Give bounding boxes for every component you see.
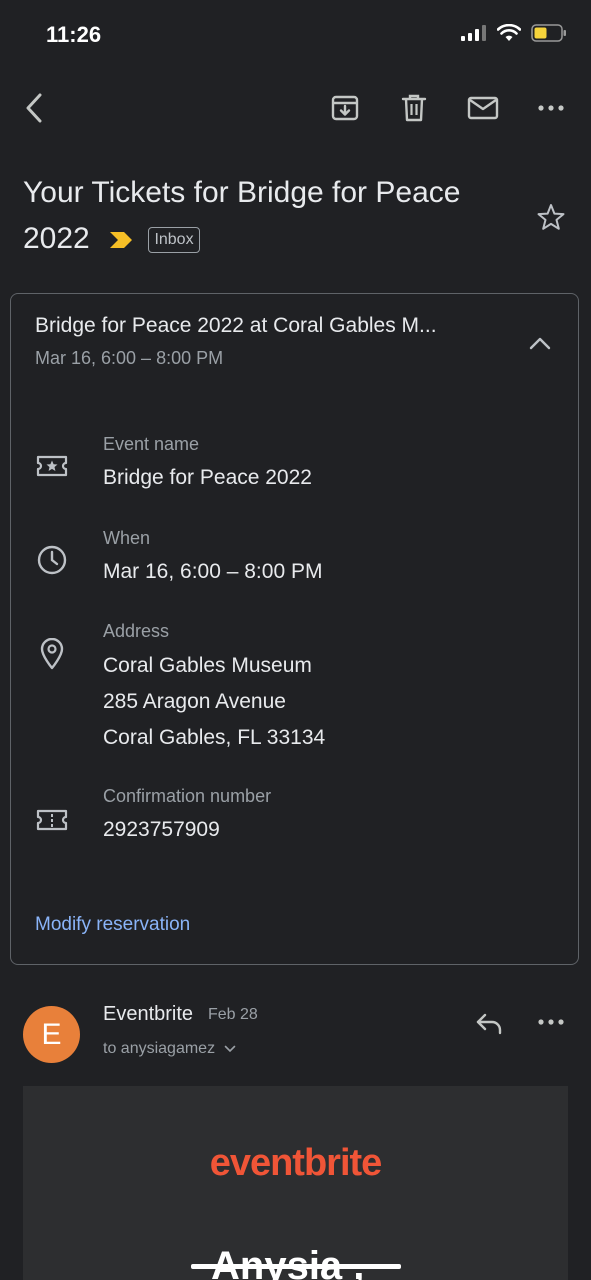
status-time: 11:26	[46, 22, 102, 47]
mail-icon	[467, 96, 499, 120]
event-name-value: Bridge for Peace 2022	[103, 466, 312, 489]
address-line-3: Coral Gables, FL 33134	[103, 726, 326, 749]
clock-icon	[37, 545, 67, 575]
sender-avatar[interactable]: E	[23, 1006, 80, 1063]
reply-button[interactable]	[472, 1010, 506, 1038]
back-button[interactable]	[16, 88, 52, 128]
event-name-label: Event name	[103, 434, 200, 454]
event-reservation-card: Bridge for Peace 2022 at Coral Gables M.…	[10, 293, 579, 965]
ticket-icon	[36, 809, 68, 831]
more-horizontal-icon	[538, 105, 564, 111]
star-button[interactable]	[534, 200, 568, 234]
location-pin-icon	[40, 638, 64, 670]
inbox-label-badge[interactable]: Inbox	[148, 227, 200, 254]
important-marker-icon[interactable]	[108, 230, 134, 250]
address-line-2: 285 Aragon Avenue	[103, 690, 286, 713]
card-title[interactable]: Bridge for Peace 2022 at Coral Gables M.…	[35, 314, 505, 338]
chevron-down-icon	[224, 1045, 235, 1053]
confirmation-label: Confirmation number	[103, 786, 272, 806]
subject-text: Your Tickets for Bridge for Peace 2022	[23, 176, 461, 255]
battery-icon	[531, 24, 566, 42]
when-label: When	[103, 528, 151, 548]
recipient-details[interactable]: to anysiagamez	[103, 1040, 236, 1058]
email-body: eventbrite Anysia ,	[23, 1086, 568, 1280]
chevron-left-icon	[26, 93, 42, 123]
eventbrite-logo: eventbrite	[209, 1142, 383, 1184]
archive-button[interactable]	[327, 90, 363, 126]
more-horizontal-icon	[538, 1019, 564, 1025]
status-icons	[461, 24, 567, 42]
address-line-1: Coral Gables Museum	[103, 654, 312, 677]
confirmation-value: 2923757909	[103, 818, 220, 841]
message-more-button[interactable]	[532, 1010, 570, 1034]
wifi-icon	[497, 24, 521, 41]
greeting-text: Anysia ,	[211, 1244, 365, 1280]
ticket-star-icon	[36, 455, 68, 477]
cellular-signal-icon	[461, 25, 486, 41]
recipient-text: to anysiagamez	[103, 1040, 216, 1057]
modify-reservation-link[interactable]: Modify reservation	[35, 914, 190, 936]
star-icon	[537, 204, 565, 230]
collapse-card-button[interactable]	[523, 330, 557, 356]
sender-name[interactable]: Eventbrite	[103, 1003, 193, 1026]
more-options-button[interactable]	[532, 96, 570, 120]
email-subject: Your Tickets for Bridge for Peace 2022 I…	[23, 170, 503, 262]
chevron-up-icon	[529, 337, 551, 350]
when-value: Mar 16, 6:00 – 8:00 PM	[103, 560, 323, 583]
mark-unread-button[interactable]	[464, 92, 502, 124]
trash-icon	[401, 94, 427, 122]
delete-button[interactable]	[396, 90, 432, 126]
card-subtitle: Mar 16, 6:00 – 8:00 PM	[35, 348, 224, 368]
reply-icon	[476, 1013, 502, 1035]
archive-icon	[331, 95, 359, 121]
message-date: Feb 28	[208, 1006, 258, 1023]
greeting-strike	[191, 1264, 401, 1269]
address-label: Address	[103, 621, 170, 641]
